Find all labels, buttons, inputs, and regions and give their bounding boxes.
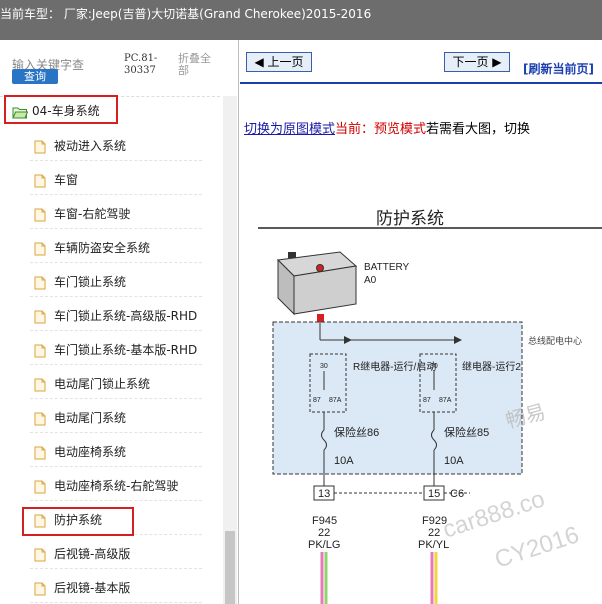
refresh-page-link[interactable]: [刷新当前页] [523,60,594,77]
mode-hint: 若需看大图，切换 [426,122,531,137]
connector-name: C6 [450,488,464,500]
document-icon [34,309,46,331]
tree-item-divider [30,228,202,229]
tree-item-divider [30,262,202,263]
diagram-title: 防护系统 [376,209,444,228]
pdc-label: 总线配电中心 [528,335,582,346]
tree-item-divider [30,466,202,467]
tree-item-label: 车窗-右舵驾驶 [54,207,131,221]
tree-item-divider [30,296,202,297]
document-icon [34,581,46,603]
wire1-code: F945 [312,515,337,527]
battery-label: BATTERY [364,262,410,273]
document-icon [34,479,46,501]
tree-item-label: 电动尾门系统 [54,411,127,425]
svg-text:87A: 87A [439,397,452,404]
collapse-all-link[interactable]: 折叠全部 [178,53,218,77]
query-button[interactable]: 查询 [12,69,58,84]
tree-item-divider [30,398,202,399]
document-icon [34,343,46,365]
tree-item-label: 车辆防盗安全系统 [54,241,151,255]
document-icon [34,207,46,229]
wire2-color: PK/YL [418,539,449,551]
tree-item-label: 后视镜-基本版 [54,581,131,595]
document-icon [34,275,46,297]
svg-text:30: 30 [430,363,438,370]
switch-original-mode-link[interactable]: 切换为原图模式 [244,122,335,137]
document-icon [34,139,46,161]
page-toolbar: ◀ 上一页 下一页 ▶ [刷新当前页] [240,40,602,84]
fuse1-amp: 10A [334,455,354,467]
wire2-gauge: 22 [428,527,440,539]
prev-page-label: 上一页 [267,55,304,69]
svg-text:87: 87 [423,397,431,404]
fuse2-amp: 10A [444,455,464,467]
wire1-gauge: 22 [318,527,330,539]
prev-page-button[interactable]: ◀ 上一页 [246,52,312,72]
tree-item-label: 车门锁止系统-基本版-RHD [54,343,198,357]
tree-item-label: 电动座椅系统 [54,445,127,459]
next-page-label: 下一页 [452,55,489,69]
content-pane: ◀ 上一页 下一页 ▶ [刷新当前页] 切换为原图模式当前：预览模式若需看大图，… [240,40,602,604]
current-mode-label: 当前：预览模式 [335,122,427,137]
power-distribution-center [272,321,523,475]
battery-terminal [317,314,324,322]
tree-item-divider [30,364,202,365]
tree-item-label: 后视镜-高级版 [54,547,131,561]
relay2-label: 继电器-运行2 [462,360,521,373]
relay1-label: R继电器-运行/启动 [353,360,436,373]
svg-text:87A: 87A [329,397,342,404]
svg-text:30: 30 [320,363,328,370]
next-arrow-icon: ▶ [492,55,502,69]
tree-item-label: 车门锁止系统-高级版-RHD [54,309,198,323]
scrollbar-thumb[interactable] [225,531,235,604]
wiring-diagram: 防护系统 BATTERY A0 总线配电中心 30 87 87A R继电器-运行… [258,209,602,604]
document-icon [34,377,46,399]
battery-code: A0 [364,275,377,286]
fuse1-label: 保险丝86 [334,425,379,439]
pc-code: PC.81-30337 [124,53,158,76]
tree-item-divider [30,500,202,501]
tree-item-label: 电动座椅系统-右舵驾驶 [54,479,179,493]
title-bar: 当前车型： 厂家:Jeep(吉普)大切诺基(Grand Cherokee)201… [0,0,602,40]
sidebar: 输入关键字查 查询 PC.81-30337 折叠全部 04-车身系统 被动进入系… [0,40,239,604]
tree-item-divider [30,602,202,603]
wire1-color: PK/LG [308,539,340,551]
document-icon [34,547,46,569]
fuse2-label: 保险丝85 [444,425,489,439]
document-icon [34,241,46,263]
sidebar-scrollbar[interactable] [223,96,237,604]
tree-item-label: 车门锁止系统 [54,275,127,289]
watermark-3: CY2016 [492,521,583,573]
tree-item-divider [30,160,202,161]
svg-text:87: 87 [313,397,321,404]
prev-arrow-icon: ◀ [254,55,264,69]
mode-bar: 切换为原图模式当前：预览模式若需看大图，切换 [244,118,530,137]
document-icon [34,445,46,467]
tree-item-label: 被动进入系统 [54,139,127,153]
next-page-button[interactable]: 下一页 ▶ [444,52,510,72]
connector-pin-13-label: 13 [318,488,330,500]
tree-item-divider [30,568,202,569]
selected-item-highlight-box [22,507,134,536]
document-icon [34,173,46,195]
connector-pin-15-label: 15 [428,488,440,500]
battery-icon [276,251,358,316]
vehicle-title: 当前车型： 厂家:Jeep(吉普)大切诺基(Grand Cherokee)201… [0,7,372,21]
tree-item-label: 车窗 [54,173,79,187]
tree-item-divider [30,194,202,195]
tree-item-divider [30,432,202,433]
document-icon [34,411,46,433]
folder-highlight-box [4,95,118,124]
tree-item-divider [30,330,202,331]
tree-item-label: 电动尾门锁止系统 [54,377,151,391]
